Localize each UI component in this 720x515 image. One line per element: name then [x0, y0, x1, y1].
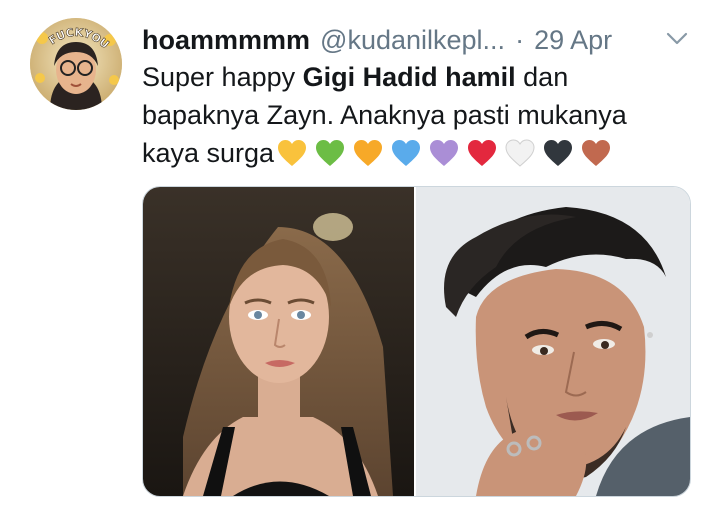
- tweet-header: hoammmmm @kudanilkepl... · 29 Apr: [142, 20, 690, 60]
- tweet-text-bold: Gigi Hadid hamil: [302, 62, 516, 92]
- yellow-heart-icon: [276, 138, 308, 168]
- tweet-date[interactable]: 29 Apr: [534, 20, 612, 60]
- more-options-button[interactable]: [664, 26, 690, 52]
- blue-heart-icon: [390, 138, 422, 168]
- chevron-down-icon: [666, 32, 688, 45]
- media-photo-2[interactable]: [416, 187, 690, 496]
- black-heart-icon: [542, 138, 574, 168]
- brown-heart-icon: [580, 138, 612, 168]
- red-heart-icon: [466, 138, 498, 168]
- avatar[interactable]: FUCKYOU: [30, 18, 122, 110]
- purple-heart-icon: [428, 138, 460, 168]
- tweet-text: Super happy Gigi Hadid hamil dan bapakny…: [142, 58, 682, 172]
- green-heart-icon: [314, 138, 346, 168]
- tweet[interactable]: FUCKYOU hoammmmm @kudanilkepl... · 29 Ap…: [0, 0, 720, 515]
- emoji-hearts: [276, 138, 612, 168]
- orange-heart-icon: [352, 138, 384, 168]
- media-photo-1[interactable]: [143, 187, 414, 496]
- separator-dot: ·: [515, 25, 525, 55]
- display-name[interactable]: hoammmmm: [142, 20, 310, 60]
- user-handle[interactable]: @kudanilkepl...: [320, 20, 505, 60]
- man-portrait-image: [416, 187, 690, 496]
- woman-portrait-image: [143, 187, 414, 496]
- avatar-image: FUCKYOU: [30, 18, 122, 110]
- white-heart-icon: [504, 138, 536, 168]
- tweet-text-part1: Super happy: [142, 62, 303, 92]
- tweet-media[interactable]: [142, 186, 691, 497]
